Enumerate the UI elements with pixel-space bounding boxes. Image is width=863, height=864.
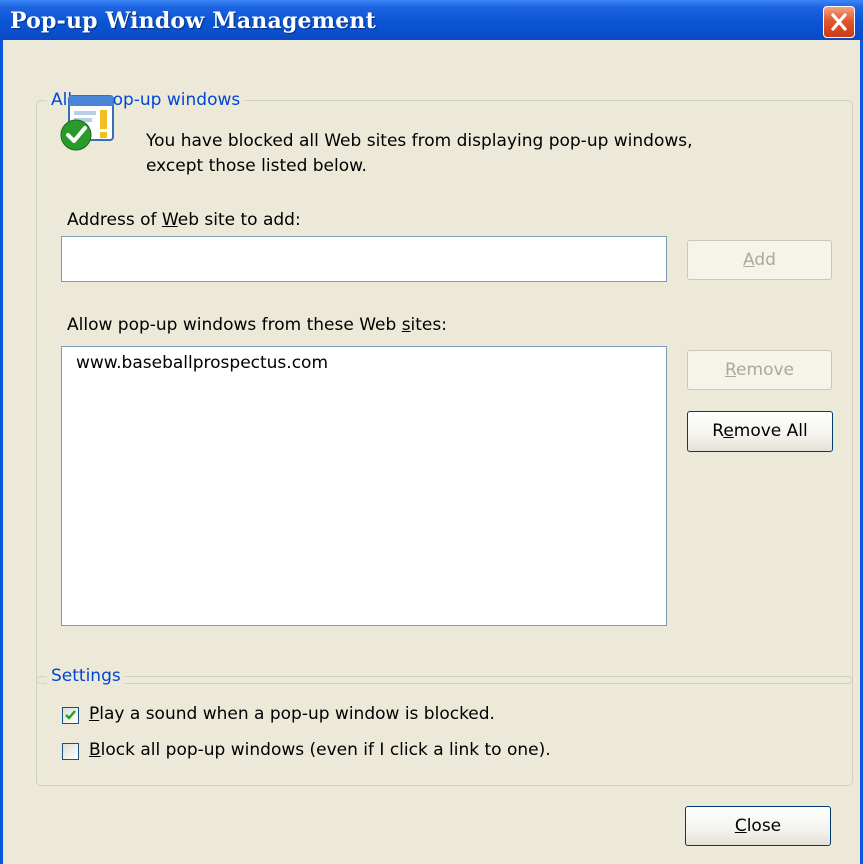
close-button-label: Close xyxy=(734,816,782,836)
info-message-line2: except those listed below. xyxy=(146,156,367,176)
close-button[interactable]: Close xyxy=(685,806,831,846)
play-sound-label[interactable]: Play a sound when a pop-up window is blo… xyxy=(89,704,495,724)
window-title: Pop-up Window Management xyxy=(10,8,376,34)
remove-all-button[interactable]: Remove All xyxy=(687,411,833,452)
title-close-button[interactable] xyxy=(823,6,855,38)
address-input[interactable] xyxy=(61,236,667,282)
title-bar[interactable]: Pop-up Window Management xyxy=(0,0,863,40)
info-message-line1: You have blocked all Web sites from disp… xyxy=(146,131,693,151)
block-all-checkbox[interactable] xyxy=(62,743,79,760)
close-icon xyxy=(831,13,847,31)
allowed-sites-list[interactable]: www.baseballprospectus.com xyxy=(61,346,667,626)
address-label: Address of Web site to add: xyxy=(67,210,301,230)
remove-button[interactable]: Remove xyxy=(687,350,832,390)
checkmark-icon xyxy=(65,710,76,720)
add-button[interactable]: Add xyxy=(687,240,832,280)
list-item[interactable]: www.baseballprospectus.com xyxy=(76,353,328,373)
dialog-window: Pop-up Window Management Allow pop-up wi… xyxy=(0,0,863,864)
remove-all-button-label: Remove All xyxy=(712,421,808,441)
settings-group xyxy=(36,676,853,786)
remove-button-label: Remove xyxy=(724,360,794,380)
dialog-client-area: Allow pop-up windows You have blocked al… xyxy=(3,40,860,864)
popup-blocker-shield-icon xyxy=(60,95,114,151)
play-sound-checkbox[interactable] xyxy=(62,707,79,724)
block-all-label[interactable]: Block all pop-up windows (even if I clic… xyxy=(89,740,551,760)
allowed-sites-label: Allow pop-up windows from these Web site… xyxy=(67,315,447,335)
settings-group-label: Settings xyxy=(47,666,125,686)
add-button-label: Add xyxy=(743,250,776,270)
